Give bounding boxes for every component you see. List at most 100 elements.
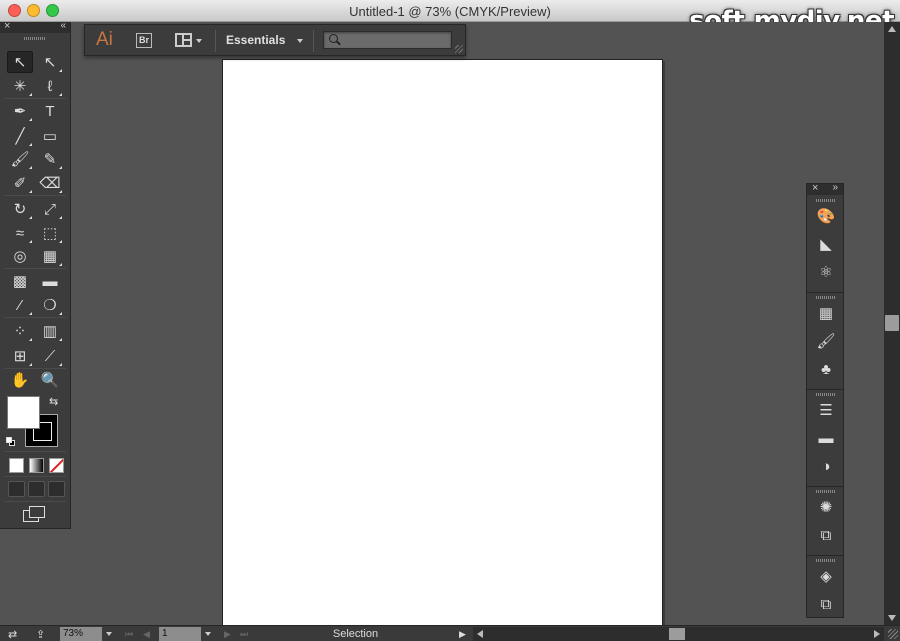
tools-panel-header[interactable]: × « <box>0 20 70 33</box>
gpu-performance-icon[interactable]: ⇄ <box>8 628 17 641</box>
scale-tool[interactable]: ⤢ <box>37 198 63 220</box>
paintbrush-tool[interactable]: 🖌 <box>7 148 33 170</box>
gradient-mode-button[interactable] <box>29 458 44 473</box>
magic-wand-tool[interactable]: ✳ <box>7 75 33 97</box>
vertical-scrollbar[interactable] <box>884 22 900 625</box>
layers-icon: ◈ <box>820 568 832 585</box>
artboard-dropdown[interactable] <box>201 627 215 641</box>
artboards-panel-button[interactable]: ⧉ <box>816 594 836 614</box>
selection-tool[interactable]: ↖ <box>7 51 33 73</box>
current-tool-status[interactable]: Selection <box>258 628 453 640</box>
artboard[interactable] <box>222 59 663 629</box>
artboard-tool[interactable]: ⊞ <box>7 345 33 367</box>
last-artboard-button[interactable]: ⏭ <box>240 629 248 640</box>
swap-fill-stroke-icon[interactable]: ⇆ <box>49 395 58 408</box>
direct-selection-tool[interactable]: ↖ <box>37 51 63 73</box>
horizontal-scrollbar[interactable] <box>473 627 884 641</box>
gradient-panel-button[interactable]: ▬ <box>816 428 836 448</box>
document-canvas[interactable] <box>0 22 884 629</box>
close-dock-icon[interactable]: × <box>812 182 818 194</box>
width-tool[interactable]: ≈ <box>7 222 33 244</box>
symbol-sprayer-tool[interactable]: ⁘ <box>7 320 33 342</box>
transparency-panel-button[interactable]: ◑ <box>816 456 836 476</box>
scroll-right-arrow-icon[interactable] <box>874 630 880 638</box>
mesh-tool[interactable]: ▩ <box>7 270 33 292</box>
symbols-panel-button[interactable]: ♣ <box>816 359 836 379</box>
rotate-tool[interactable]: ↻ <box>7 198 33 220</box>
free-transform-tool[interactable]: ⬚ <box>37 222 63 244</box>
panel-drag-handle[interactable] <box>24 37 46 40</box>
color-panel-button[interactable]: 🎨 <box>816 206 836 226</box>
eraser-tool[interactable]: ⌫ <box>37 172 63 194</box>
collapse-panel-icon[interactable]: « <box>60 20 66 31</box>
column-graph-tool[interactable]: ▥ <box>37 320 63 342</box>
panel-group-grip[interactable] <box>816 199 836 202</box>
swatches-panel-button[interactable]: ▦ <box>816 303 836 323</box>
layers-panel-button[interactable]: ◈ <box>816 566 836 586</box>
none-mode-button[interactable] <box>49 458 64 473</box>
panel-group-grip[interactable] <box>816 296 836 299</box>
color-mode-button[interactable] <box>9 458 24 473</box>
panel-group-grip[interactable] <box>816 559 836 562</box>
first-artboard-button[interactable]: ⏮ <box>125 629 133 640</box>
search-help-input[interactable] <box>323 31 452 49</box>
gradient-tool[interactable]: ▬ <box>37 270 63 292</box>
horizontal-scroll-thumb[interactable] <box>669 628 685 640</box>
graphic-styles-panel-button[interactable]: ⧉ <box>816 525 836 545</box>
lasso-tool[interactable]: ℓ <box>37 75 63 97</box>
divider <box>807 555 843 556</box>
kuler-panel-button[interactable]: ⚛ <box>816 262 836 282</box>
line-segment-tool[interactable]: ╱ <box>7 125 33 147</box>
pen-tool[interactable]: ✒ <box>7 100 33 122</box>
scroll-left-arrow-icon[interactable] <box>477 630 483 638</box>
close-panel-icon[interactable]: × <box>4 20 10 32</box>
scroll-up-arrow-icon[interactable] <box>888 26 896 32</box>
blend-tool[interactable]: ❍ <box>37 294 63 316</box>
rectangle-icon: ▭ <box>42 127 58 145</box>
pencil-tool[interactable]: ✎ <box>37 148 63 170</box>
perspective-grid-tool[interactable]: ▦ <box>37 245 63 267</box>
dock-header[interactable]: × » <box>807 182 843 195</box>
zoom-level-field[interactable]: 73% <box>60 627 102 641</box>
color-guide-panel-button[interactable]: ◣ <box>816 234 836 254</box>
panel-group-grip[interactable] <box>816 490 836 493</box>
slice-tool[interactable]: ⟋ <box>37 345 63 367</box>
draw-inside-button[interactable] <box>48 481 65 497</box>
default-fill-stroke-icon[interactable] <box>6 437 15 446</box>
eyedropper-tool[interactable]: ⁄ <box>7 294 33 316</box>
zoom-dropdown[interactable] <box>102 627 116 641</box>
type-tool[interactable]: T <box>37 100 63 122</box>
status-menu-arrow-icon[interactable]: ▶ <box>459 629 466 640</box>
arrange-documents-button[interactable] <box>175 33 205 49</box>
blob-brush-tool[interactable]: ✐ <box>7 172 33 194</box>
workspace-chevron-down-icon[interactable] <box>297 39 303 43</box>
panel-group-grip[interactable] <box>816 393 836 396</box>
draw-behind-button[interactable] <box>28 481 45 497</box>
line-icon: ╱ <box>15 127 25 145</box>
brushes-panel-button[interactable]: 🖌 <box>816 331 836 351</box>
rectangle-tool[interactable]: ▭ <box>37 125 63 147</box>
share-icon[interactable]: ⇪ <box>36 628 45 641</box>
panel-dock: × » 🎨 ◣ ⚛ ▦ 🖌 ♣ ☰ ▬ ◑ ✺ ⧉ ◈ ⧉ <box>806 182 844 618</box>
stroke-panel-button[interactable]: ☰ <box>816 400 836 420</box>
resize-grip[interactable] <box>455 45 463 53</box>
next-artboard-button[interactable]: ▶ <box>224 629 231 640</box>
window-resize-grip[interactable] <box>888 629 898 639</box>
symbol-sprayer-icon: ⁘ <box>13 322 27 340</box>
go-to-bridge-button[interactable]: Br <box>136 33 152 48</box>
artboard-number-field[interactable]: 1 <box>159 627 201 641</box>
vertical-scroll-thumb[interactable] <box>885 315 899 331</box>
column-graph-icon: ▥ <box>42 322 58 340</box>
paintbrush-icon: 🖌 <box>10 150 30 168</box>
draw-normal-button[interactable] <box>8 481 25 497</box>
appearance-panel-button[interactable]: ✺ <box>816 497 836 517</box>
scroll-down-arrow-icon[interactable] <box>888 615 896 621</box>
fill-color-swatch[interactable] <box>7 396 40 429</box>
workspace-switcher[interactable]: Essentials <box>226 33 285 47</box>
hand-tool[interactable]: ✋ <box>7 369 33 391</box>
change-screen-mode-icon[interactable] <box>23 506 45 522</box>
shape-builder-tool[interactable]: ◎ <box>7 245 33 267</box>
zoom-tool[interactable]: 🔍 <box>37 369 63 391</box>
expand-panels-icon[interactable]: » <box>832 182 838 193</box>
previous-artboard-button[interactable]: ◀ <box>143 629 150 640</box>
